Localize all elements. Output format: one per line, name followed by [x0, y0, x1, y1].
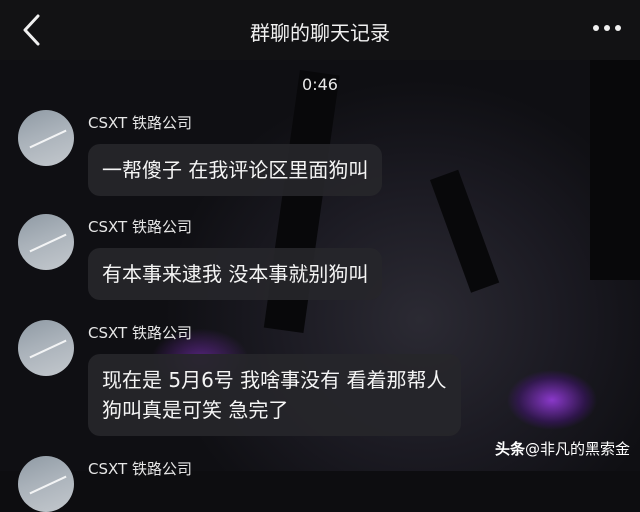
more-options-button[interactable] — [592, 16, 622, 40]
sender-name: CSXT 铁路公司 — [88, 460, 192, 478]
sender-name: CSXT 铁路公司 — [88, 324, 192, 342]
message-text: 狗叫真是可笑 急完了 — [102, 398, 289, 422]
watermark-handle: @非凡的黑索金 — [524, 440, 630, 458]
wallpaper-hair-strand — [430, 169, 500, 293]
avatar[interactable] — [18, 110, 74, 166]
page-title: 群聊的聊天记录 — [250, 21, 390, 45]
message-text: 一帮傻子 在我评论区里面狗叫 — [102, 158, 369, 182]
watermark: 头条@非凡的黑索金 — [495, 438, 630, 459]
sender-name: CSXT 铁路公司 — [88, 218, 192, 236]
message-text: 有本事来逮我 没本事就别狗叫 — [102, 262, 369, 286]
message-bubble[interactable]: 现在是 5月6号 我啥事没有 看着那帮人 狗叫真是可笑 急完了 — [88, 354, 461, 436]
chat-header: 群聊的聊天记录 — [0, 0, 640, 60]
avatar[interactable] — [18, 456, 74, 512]
message-timestamp: 0:46 — [302, 75, 338, 94]
message-bubble[interactable]: 有本事来逮我 没本事就别狗叫 — [88, 248, 383, 300]
watermark-brand: 头条 — [494, 440, 525, 458]
avatar[interactable] — [18, 214, 74, 270]
avatar[interactable] — [18, 320, 74, 376]
message-bubble[interactable]: 一帮傻子 在我评论区里面狗叫 — [88, 144, 383, 196]
more-icon — [593, 25, 621, 31]
sender-name: CSXT 铁路公司 — [88, 114, 192, 132]
message-text: 现在是 5月6号 我啥事没有 看着那帮人 — [102, 368, 447, 392]
